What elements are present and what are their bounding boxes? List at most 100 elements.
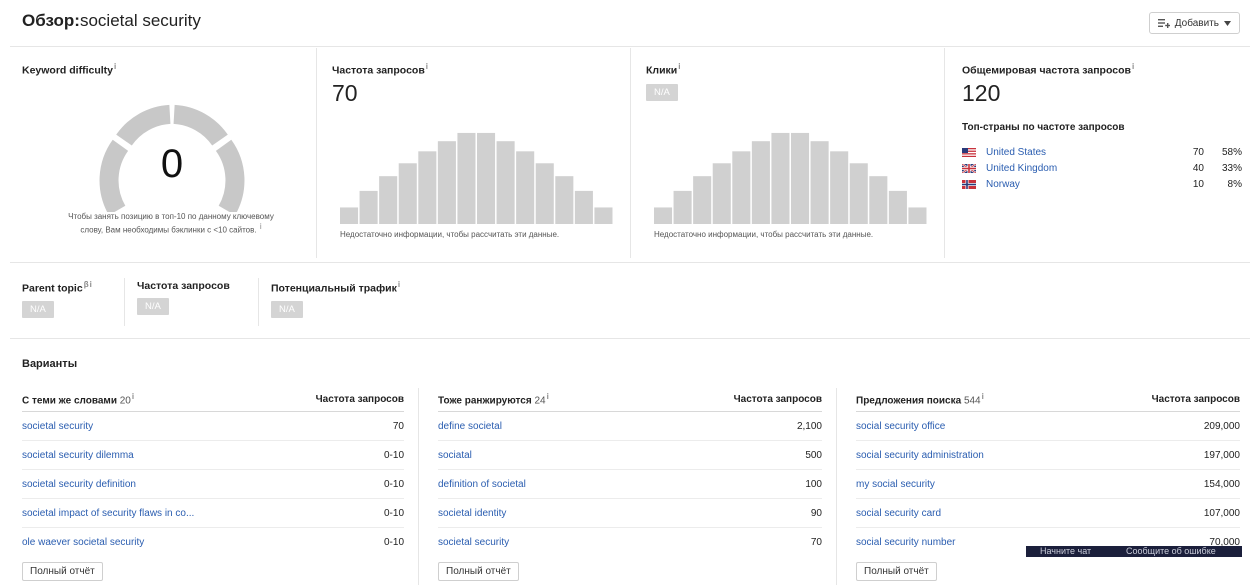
info-icon[interactable]: i [398,280,400,289]
global-volume-value: 120 [962,80,1001,106]
table-row: societal security 70 [438,528,822,557]
table-row: societal impact of security flaws in co.… [22,499,404,528]
keyword-volume: 154,000 [1203,478,1240,490]
us-flag-icon [962,147,976,157]
country-name[interactable]: United Kingdom [986,163,1164,174]
placeholder-bar [908,207,927,224]
column-title[interactable]: С теми же словами 20i [22,392,134,406]
country-volume: 70 [1192,146,1204,158]
start-chat-link[interactable]: Начните чат [1040,546,1091,556]
norway-flag-icon [962,179,976,189]
title-prefix: Обзор: [22,11,80,30]
column-title[interactable]: Предложения поиска 544i [856,392,984,406]
full-report-button[interactable]: Полный отчёт [22,562,103,581]
column-volume-header: Частота запросов [1151,394,1240,405]
placeholder-bar [359,190,378,224]
keyword-link[interactable]: societal security dilemma [22,450,134,461]
placeholder-bar [340,207,359,224]
full-report-button[interactable]: Полный отчёт [438,562,519,581]
keyword-link[interactable]: societal identity [438,508,506,519]
keyword-volume: 0-10 [383,449,404,461]
placeholder-bar [496,141,515,224]
keyword-link[interactable]: ole waever societal security [22,537,144,548]
keyword-link[interactable]: social security number [856,537,955,548]
full-report-button[interactable]: Полный отчёт [856,562,937,581]
metric-divider [124,278,125,326]
keyword-link[interactable]: social security office [856,421,945,432]
clicks-note: Недостаточно информации, чтобы рассчитат… [654,230,874,239]
info-icon[interactable]: i [114,62,116,71]
info-icon[interactable]: i [90,280,92,289]
country-share: 58% [1221,146,1242,158]
page-title: Обзор:societal security [22,11,201,31]
country-name[interactable]: Norway [986,179,1164,190]
info-icon[interactable]: i [678,62,680,71]
parent-topic-label: Parent topicβi [22,280,92,295]
keyword-volume: 0-10 [383,478,404,490]
keyword-link[interactable]: social security card [856,508,941,519]
page-header: Обзор:societal security Добавить [0,0,1252,44]
column-header: Предложения поиска 544i Частота запросов [856,388,1240,412]
placeholder-bar [751,141,770,224]
parent-topic-metric: Parent topicβi N/A [22,280,92,318]
keyword-volume: 100 [805,478,822,490]
keyword-link[interactable]: definition of societal [438,479,526,490]
parent-topic-value: N/A [22,300,54,318]
keyword-link[interactable]: sociatal [438,450,472,461]
clicks-card: Кликиi N/A Недостаточно информации, чтоб… [634,48,940,258]
placeholder-bar [830,151,849,224]
keyword-volume: 0-10 [383,507,404,519]
chat-widget-bar[interactable]: Начните чат Сообщите об ошибке [1026,546,1242,557]
placeholder-bar [535,163,554,224]
placeholder-bar [398,163,417,224]
table-row: sociatal 500 [438,441,822,470]
global-volume-card: Общемировая частота запросовi 120 Топ-ст… [946,48,1246,258]
keyword-link[interactable]: social security administration [856,450,984,461]
placeholder-bar [732,151,751,224]
table-row: societal security 70 [22,412,404,441]
variants-column-also-rank: Тоже ранжируются 24i Частота запросов de… [438,388,822,581]
placeholder-bar [673,190,692,224]
list-add-icon [1157,18,1170,28]
kd-label: Keyword difficultyi [22,62,117,77]
placeholder-bar [379,176,398,224]
keyword-link[interactable]: societal security definition [22,479,136,490]
title-keyword: societal security [79,11,201,30]
card-divider [944,48,945,258]
top-countries-title: Топ-страны по частоте запросов [962,122,1125,133]
info-icon[interactable]: i [260,222,262,231]
volume-label: Частота запросовi [332,62,429,77]
info-icon[interactable]: i [982,392,984,401]
keyword-link[interactable]: societal impact of security flaws in co.… [22,508,194,519]
info-icon[interactable]: i [1132,62,1134,71]
placeholder-bar [791,132,810,224]
placeholder-bar [418,151,437,224]
table-row: societal identity 90 [438,499,822,528]
parent-volume-label: Частота запросов [137,280,230,292]
column-header: С теми же словами 20i Частота запросов [22,388,404,412]
parent-volume-metric: Частота запросов N/A [137,280,230,315]
info-icon[interactable]: i [547,392,549,401]
column-title[interactable]: Тоже ранжируются 24i [438,392,549,406]
keyword-link[interactable]: societal security [438,537,509,548]
placeholder-bar [594,207,613,224]
kd-note: Чтобы занять позицию в топ-10 по данному… [68,212,274,235]
country-volume: 40 [1192,162,1204,174]
report-error-link[interactable]: Сообщите об ошибке [1126,546,1216,556]
info-icon[interactable]: i [426,62,428,71]
keyword-link[interactable]: societal security [22,421,93,432]
placeholder-bar [888,190,907,224]
section-divider [10,262,1250,263]
clicks-trend-chart [654,132,927,224]
country-share: 8% [1227,178,1242,190]
column-volume-header: Частота запросов [733,394,822,405]
info-icon[interactable]: i [132,392,134,401]
add-button[interactable]: Добавить [1148,12,1240,34]
keyword-link[interactable]: define societal [438,421,502,432]
traffic-potential-value: N/A [271,300,303,318]
search-volume-card: Частота запросовi 70 Недостаточно информ… [320,48,626,258]
country-name[interactable]: United States [986,147,1164,158]
table-row: definition of societal 100 [438,470,822,499]
keyword-link[interactable]: my social security [856,479,935,490]
placeholder-bar [693,176,712,224]
